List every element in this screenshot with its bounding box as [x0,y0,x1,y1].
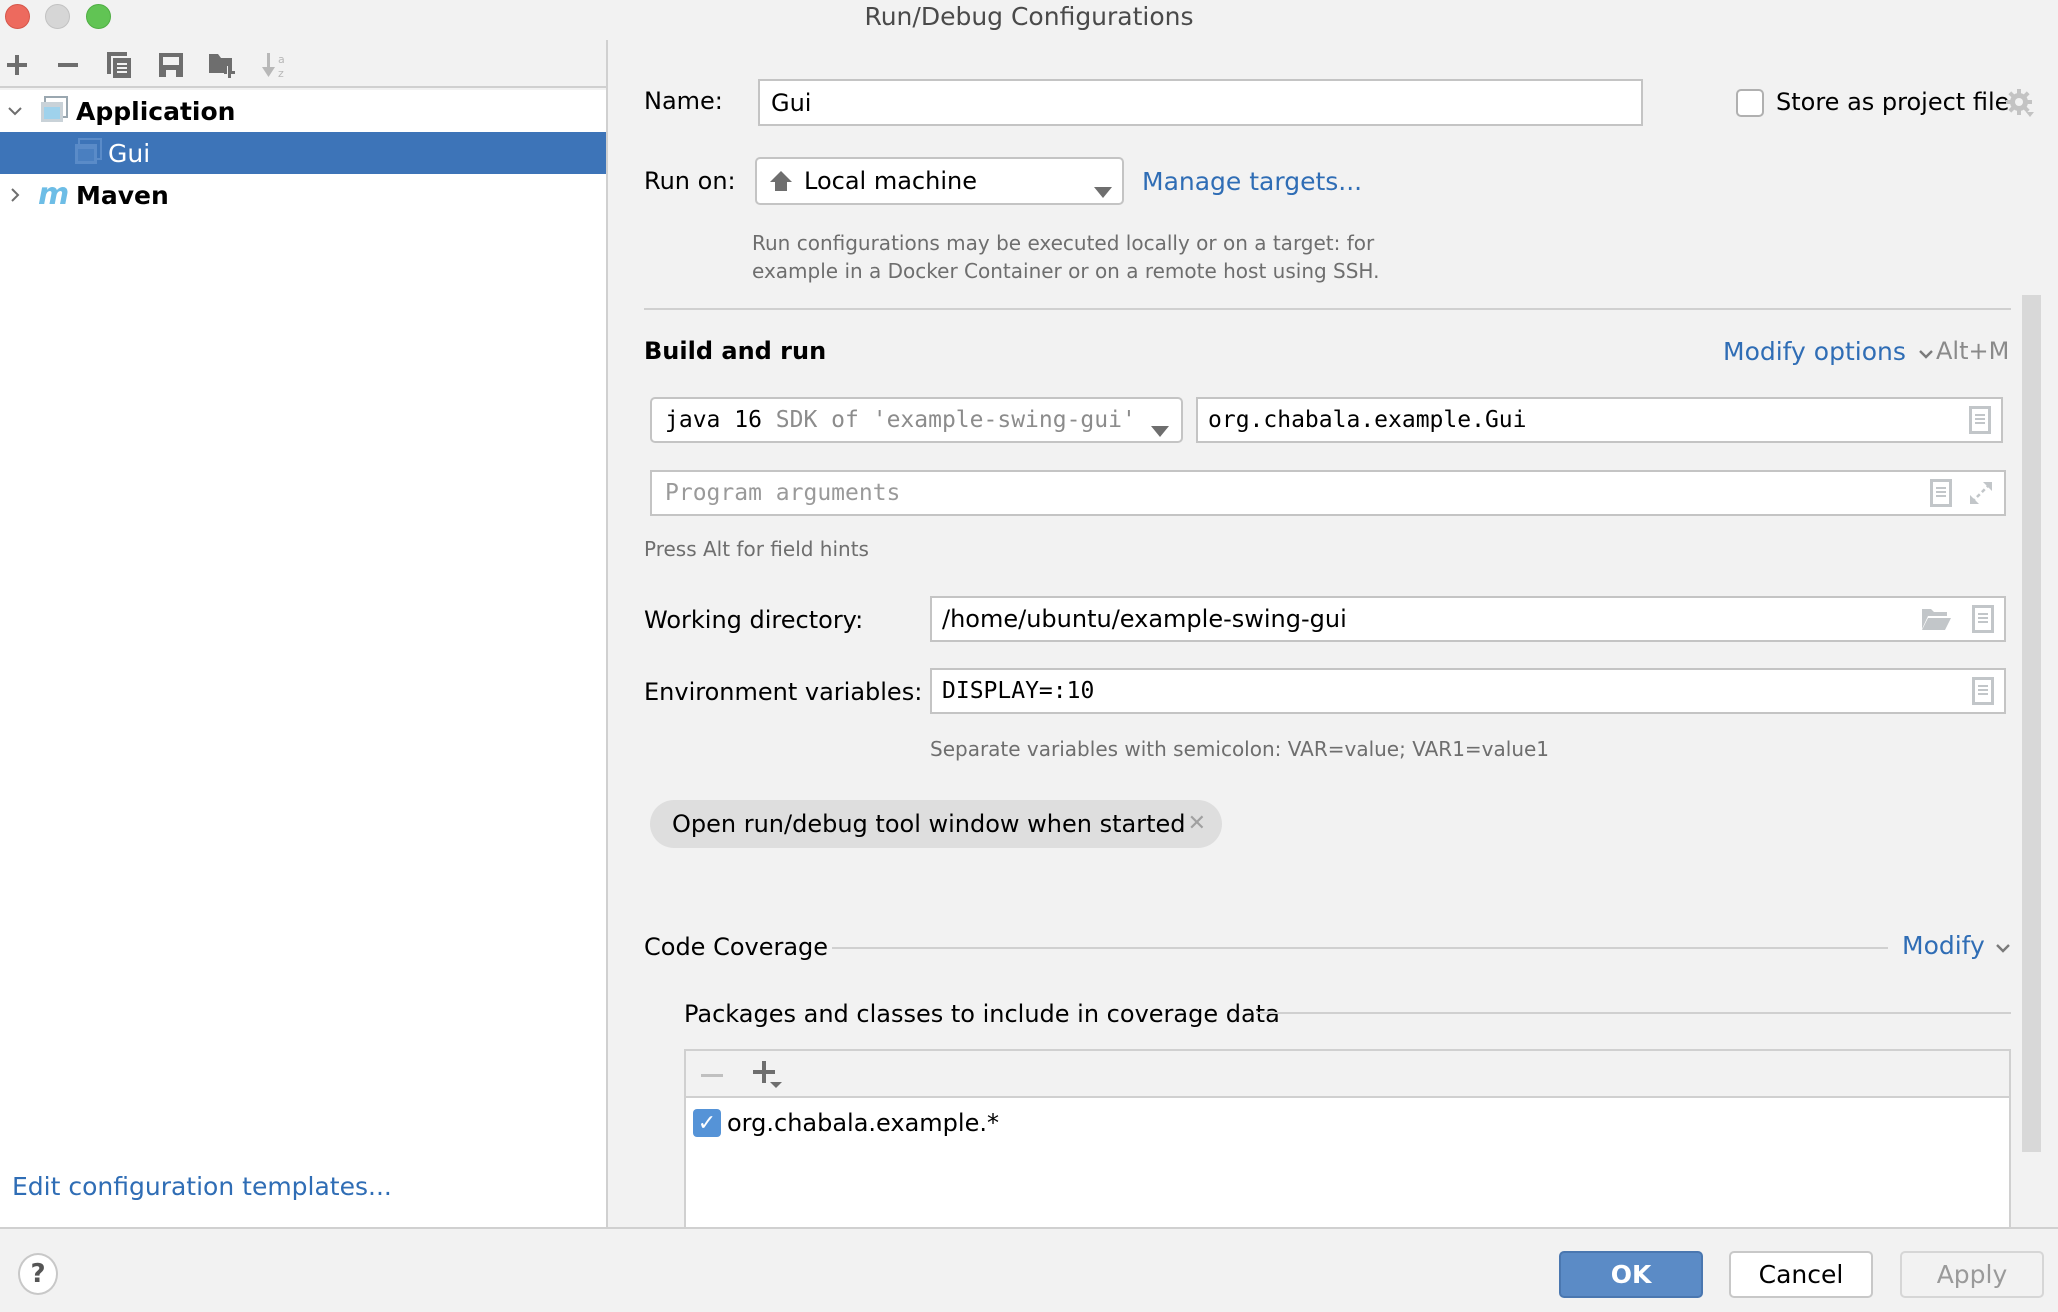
new-folder-icon[interactable] [208,50,238,80]
configurations-toolbar [0,40,606,88]
coverage-packages-title: Packages and classes to include in cover… [684,1000,1280,1028]
code-coverage-title: Code Coverage [644,933,829,961]
coverage-patterns-toolbar [686,1051,2009,1098]
tree-item-label: Maven [76,180,169,210]
application-icon [40,96,68,122]
coverage-packages-divider [1256,1012,2011,1014]
store-as-project-file-checkbox[interactable] [1736,89,1764,117]
jdk-description: SDK of 'example-swing-gui' [775,407,1136,433]
run-on-hint-line: example in a Docker Container or on a re… [752,259,1380,283]
main-class-value: org.chabala.example.Gui [1208,407,1527,433]
cancel-button[interactable]: Cancel [1729,1251,1873,1298]
configurations-tree: Application Gui m Maven [0,90,606,1227]
pattern-enabled-checkbox[interactable]: ✓ [693,1109,721,1137]
browse-document-icon[interactable] [1972,677,1994,705]
run-on-value: Local machine [804,167,977,195]
environment-variables-field[interactable]: DISPLAY=:10 [930,668,2006,714]
svg-text:m: m [38,180,69,208]
application-config-icon [74,138,102,164]
tree-item-gui[interactable]: Gui [0,132,606,174]
add-pattern-icon[interactable] [752,1060,784,1098]
pattern-label: org.chabala.example.* [727,1109,999,1137]
run-on-hint-line: Run configurations may be executed local… [752,231,1375,255]
chevron-down-icon [1918,350,1933,359]
tree-item-label: Application [76,96,236,126]
sort-alpha-icon[interactable]: az [260,50,290,80]
copy-icon[interactable] [104,50,134,80]
modify-options-shortcut: Alt+M [1936,337,2010,365]
jdk-dropdown[interactable]: java 16 SDK of 'example-swing-gui' [650,397,1183,443]
code-coverage-divider [832,947,1888,949]
add-icon[interactable] [2,50,32,80]
program-arguments-field[interactable]: Program arguments [650,470,2006,516]
tree-item-application[interactable]: Application [0,90,606,132]
svg-text:z: z [278,67,284,79]
ok-button[interactable]: OK [1559,1251,1703,1298]
run-on-hint: Run configurations may be executed local… [752,229,1379,285]
run-on-label: Run on: [644,167,736,195]
tree-item-maven[interactable]: m Maven [0,174,606,216]
working-directory-label: Working directory: [644,606,864,634]
folder-open-icon[interactable] [1920,607,1952,637]
browse-document-icon[interactable] [1969,406,1991,434]
manage-targets-link[interactable]: Manage targets... [1142,167,1362,196]
help-button[interactable]: ? [18,1253,58,1295]
coverage-modify-label: Modify [1902,931,1985,960]
open-tool-window-option-chip[interactable]: Open run/debug tool window when started … [650,800,1222,848]
chip-label: Open run/debug tool window when started [672,810,1186,838]
home-icon [769,169,793,199]
close-icon[interactable]: ✕ [1188,811,1206,836]
chevron-down-icon[interactable] [5,101,25,121]
working-directory-field[interactable]: /home/ubuntu/example-swing-gui [930,596,2006,642]
coverage-pattern-row[interactable]: ✓ org.chabala.example.* [693,1109,999,1137]
browse-document-icon[interactable] [1930,479,1952,507]
gear-icon[interactable] [2005,88,2035,124]
svg-text:a: a [278,53,285,66]
coverage-modify-link[interactable]: Modify [1902,931,2011,960]
form-scrollbar[interactable] [2022,295,2041,1152]
maven-icon: m [38,177,70,212]
build-and-run-title: Build and run [644,337,827,365]
run-on-dropdown[interactable]: Local machine [755,157,1124,205]
remove-icon[interactable] [53,50,83,80]
store-as-project-file-label: Store as project file [1776,88,2010,116]
name-label: Name: [644,87,723,115]
environment-variables-hint: Separate variables with semicolon: VAR=v… [930,737,1550,761]
chevron-down-icon [1995,944,2010,953]
jdk-version: java 16 [665,407,762,433]
environment-variables-value: DISPLAY=:10 [942,678,1095,704]
window-title: Run/Debug Configurations [864,2,1194,31]
name-field[interactable]: Gui [758,79,1643,126]
save-icon[interactable] [156,50,186,80]
expand-icon[interactable] [1968,480,1994,512]
edit-configuration-templates-link[interactable]: Edit configuration templates... [12,1172,392,1201]
chevron-right-icon[interactable] [5,185,25,205]
section-divider [644,308,2011,310]
modify-options-link[interactable]: Modify options [1723,337,1934,366]
apply-button[interactable]: Apply [1900,1251,2044,1298]
working-directory-value: /home/ubuntu/example-swing-gui [942,605,1347,633]
name-value: Gui [771,88,812,117]
browse-document-icon[interactable] [1972,605,1994,633]
remove-pattern-icon[interactable] [700,1064,724,1094]
environment-variables-label: Environment variables: [644,678,923,706]
field-hints-text: Press Alt for field hints [644,537,869,561]
main-class-field[interactable]: org.chabala.example.Gui [1196,397,2003,443]
modify-options-label: Modify options [1723,337,1906,366]
program-arguments-placeholder: Program arguments [665,480,901,506]
dropdown-arrow-icon [1094,177,1112,205]
tree-item-label: Gui [108,138,151,168]
dropdown-arrow-icon [1151,416,1169,444]
